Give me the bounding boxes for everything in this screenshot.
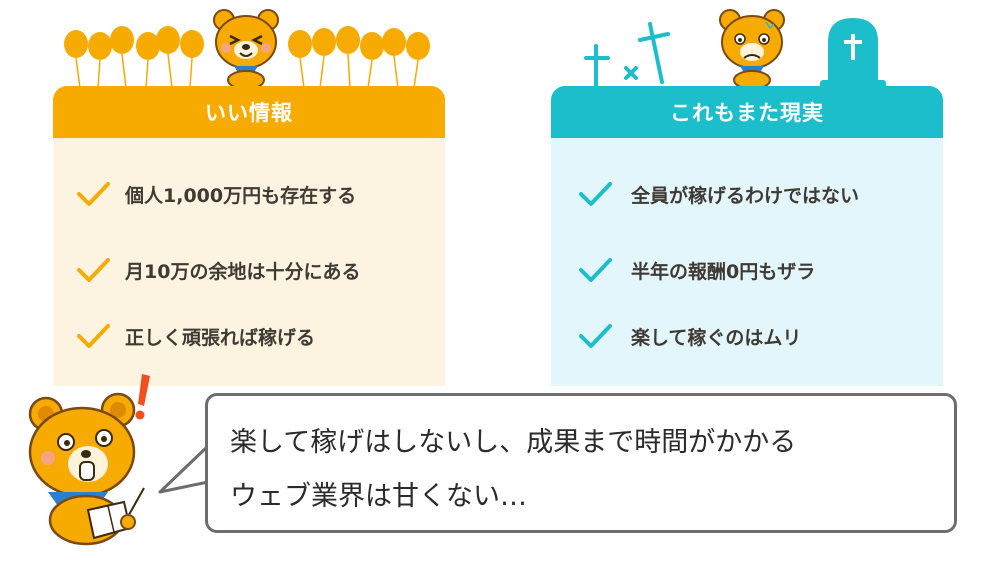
check-icon [579, 182, 612, 206]
shocked-bear-icon [28, 392, 145, 546]
grave-crosses-icon [584, 22, 670, 88]
list-item: 月10万の余地は十分にある [53, 250, 445, 290]
list-item-label: 個人1,000万円も存在する [125, 184, 357, 207]
list-item: 楽して稼ぐのはムリ [551, 316, 943, 356]
reality-panel: これもまた現実 全員が稼げるわけではない 半年の報酬0円もザラ 楽して稼ぐのはム… [551, 86, 943, 386]
check-icon [77, 324, 110, 348]
reality-body: 全員が稼げるわけではない 半年の報酬0円もザラ 楽して稼ぐのはムリ [551, 138, 943, 386]
list-item-label: 半年の報酬0円もザラ [631, 260, 816, 283]
check-icon [579, 324, 612, 348]
list-item-label: 正しく頑張れば稼げる [125, 326, 316, 349]
speech-line-2: ウェブ業界は甘くない… [230, 481, 527, 512]
list-item: 正しく頑張れば稼げる [53, 316, 445, 356]
check-icon [77, 258, 110, 282]
speech-bubble: 楽して稼げはしないし、成果まで時間がかかる ウェブ業界は甘くない… [205, 393, 957, 533]
speech-bubble-tail [158, 440, 210, 500]
reality-header: これもまた現実 [551, 86, 943, 138]
tombstone-icon [820, 18, 886, 90]
check-icon [77, 182, 110, 206]
list-item-label: 月10万の余地は十分にある [125, 260, 361, 283]
good-info-header: いい情報 [53, 86, 445, 138]
worried-bear-icon [719, 9, 785, 90]
happy-bear-icon [213, 9, 279, 90]
good-info-panel: いい情報 個人1,000万円も存在する 月10万の余地は十分にある 正しく頑張れ… [53, 86, 445, 386]
list-item: 個人1,000万円も存在する [53, 174, 445, 214]
list-item-label: 全員が稼げるわけではない [631, 184, 860, 207]
check-icon [579, 258, 612, 282]
list-item: 半年の報酬0円もザラ [551, 250, 943, 290]
speech-line-1: 楽して稼げはしないし、成果まで時間がかかる [230, 427, 797, 458]
good-info-body: 個人1,000万円も存在する 月10万の余地は十分にある 正しく頑張れば稼げる [53, 138, 445, 386]
list-item-label: 楽して稼ぐのはムリ [631, 326, 802, 349]
list-item: 全員が稼げるわけではない [551, 174, 943, 214]
